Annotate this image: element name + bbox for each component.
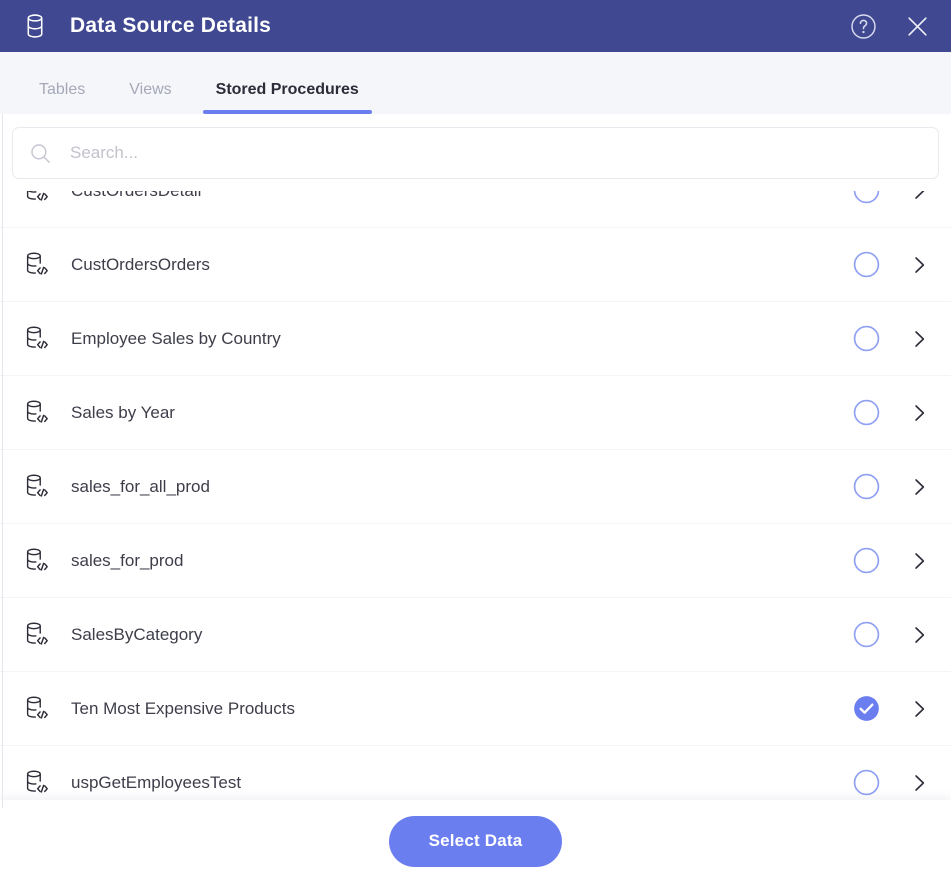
stored-procedure-icon bbox=[26, 548, 48, 571]
database-icon bbox=[27, 14, 43, 38]
stored-procedure-icon bbox=[26, 191, 48, 201]
list-item-radio-icon[interactable] bbox=[853, 769, 880, 796]
help-button[interactable] bbox=[849, 12, 877, 40]
list-item[interactable]: Employee Sales by Country bbox=[0, 302, 951, 376]
data-source-details-dialog: Data Source Details Tables Views Stored … bbox=[0, 0, 951, 882]
dialog-header: Data Source Details bbox=[0, 0, 951, 52]
chevron-right-icon[interactable] bbox=[909, 329, 929, 349]
close-icon bbox=[907, 16, 927, 36]
chevron-right-icon[interactable] bbox=[909, 699, 929, 719]
list-item[interactable]: Sales by Year bbox=[0, 376, 951, 450]
tab-stored-procedures[interactable]: Stored Procedures bbox=[194, 82, 381, 114]
list-item[interactable]: sales_for_all_prod bbox=[0, 450, 951, 524]
chevron-right-icon[interactable] bbox=[909, 191, 929, 201]
list-item[interactable]: CustOrdersDetail bbox=[0, 191, 951, 228]
left-gutter-rule bbox=[2, 114, 3, 808]
stored-procedure-icon bbox=[26, 696, 48, 719]
tab-tables[interactable]: Tables bbox=[17, 82, 107, 114]
stored-procedure-icon bbox=[26, 770, 48, 793]
list-item-label: uspGetEmployeesTest bbox=[71, 772, 242, 792]
list-item-radio-icon[interactable] bbox=[853, 191, 880, 204]
dialog-footer: Select Data bbox=[0, 800, 951, 882]
list-item-label: SalesByCategory bbox=[71, 624, 203, 644]
stored-procedure-list[interactable]: CustOrdersDetail CustOrdersOrders Employee… bbox=[0, 191, 951, 800]
list-item[interactable]: sales_for_prod bbox=[0, 524, 951, 598]
page-title: Data Source Details bbox=[70, 14, 272, 37]
chevron-right-icon[interactable] bbox=[909, 551, 929, 571]
list-item-radio-icon[interactable] bbox=[853, 473, 880, 500]
list-item-label: Ten Most Expensive Products bbox=[71, 698, 295, 718]
chevron-right-icon[interactable] bbox=[909, 403, 929, 423]
list-item-label: Employee Sales by Country bbox=[71, 328, 281, 348]
chevron-right-icon[interactable] bbox=[909, 477, 929, 497]
chevron-right-icon[interactable] bbox=[909, 773, 929, 793]
search-box[interactable] bbox=[12, 127, 939, 179]
tab-views[interactable]: Views bbox=[107, 82, 193, 114]
list-item[interactable]: SalesByCategory bbox=[0, 598, 951, 672]
stored-procedure-icon bbox=[26, 400, 48, 423]
list-item-radio-icon[interactable] bbox=[853, 325, 880, 352]
list-item-radio-icon[interactable] bbox=[853, 547, 880, 574]
list-item-selected-check-icon[interactable] bbox=[853, 695, 880, 722]
close-button[interactable] bbox=[903, 12, 931, 40]
list-item[interactable]: Ten Most Expensive Products bbox=[0, 672, 951, 746]
list-item[interactable]: uspGetEmployeesTest bbox=[0, 746, 951, 800]
header-actions bbox=[849, 12, 931, 40]
list-item-radio-icon[interactable] bbox=[853, 399, 880, 426]
list-scroll-container[interactable]: CustOrdersDetail CustOrdersOrders Employee… bbox=[0, 191, 951, 800]
stored-procedure-icon bbox=[26, 252, 48, 275]
search-input[interactable] bbox=[70, 143, 922, 163]
list-item-label: sales_for_prod bbox=[71, 550, 184, 570]
tab-bar: Tables Views Stored Procedures bbox=[0, 52, 951, 114]
search-section bbox=[0, 114, 951, 191]
list-item-radio-icon[interactable] bbox=[853, 621, 880, 648]
search-icon bbox=[31, 143, 50, 163]
list-item-label: CustOrdersOrders bbox=[71, 254, 210, 274]
list-item-radio-icon[interactable] bbox=[853, 251, 880, 278]
list-item[interactable]: CustOrdersOrders bbox=[0, 228, 951, 302]
list-item-label: Sales by Year bbox=[71, 402, 175, 422]
select-data-button[interactable]: Select Data bbox=[388, 815, 563, 867]
chevron-right-icon[interactable] bbox=[909, 625, 929, 645]
chevron-right-icon[interactable] bbox=[909, 255, 929, 275]
help-circle-icon bbox=[850, 13, 876, 39]
list-item-label: sales_for_all_prod bbox=[71, 476, 210, 496]
stored-procedure-icon bbox=[26, 474, 48, 497]
list-item-label: CustOrdersDetail bbox=[71, 191, 853, 201]
stored-procedure-icon bbox=[26, 622, 48, 645]
stored-procedure-icon bbox=[26, 326, 48, 349]
